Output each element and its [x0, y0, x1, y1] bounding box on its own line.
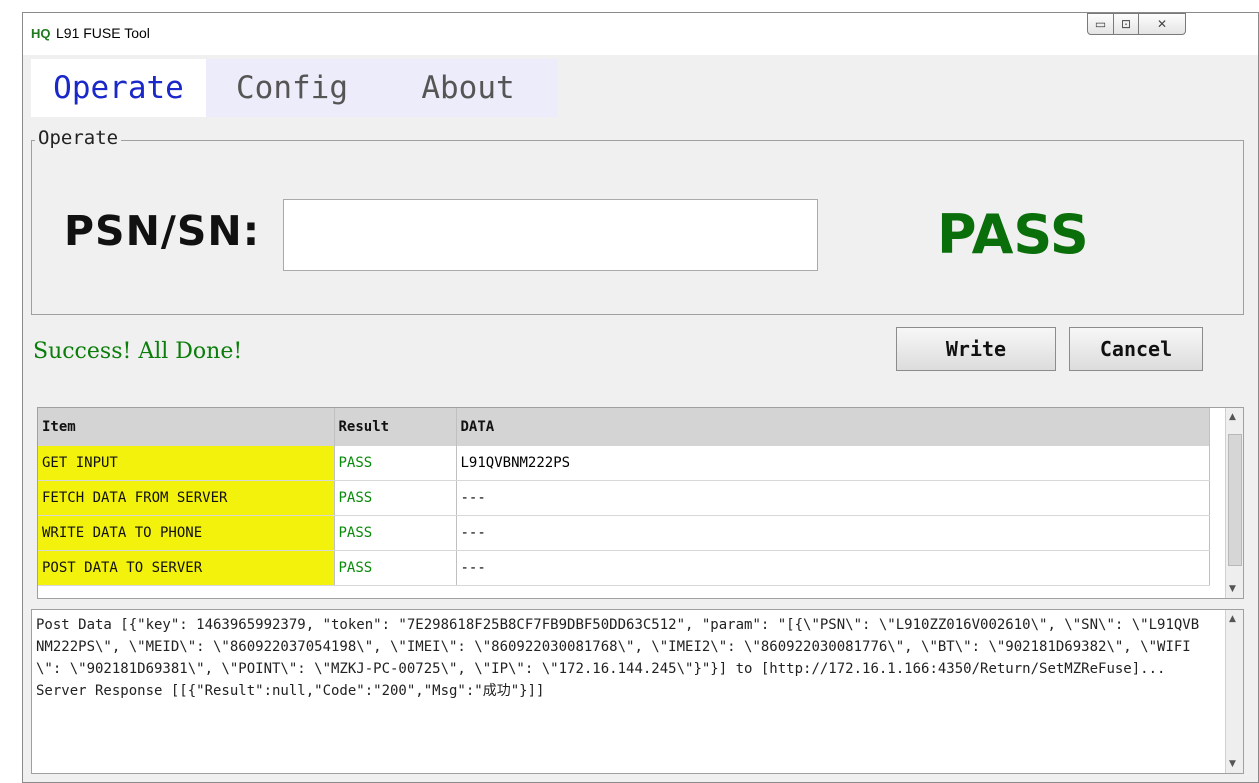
- data-cell: ---: [456, 480, 1210, 516]
- minimize-button[interactable]: ▭: [1087, 13, 1114, 35]
- main-window: HQ L91 FUSE Tool ▭ ⊡ ✕ Operate Config Ab…: [22, 12, 1259, 783]
- item-cell: POST DATA TO SERVER: [38, 550, 335, 586]
- item-cell: FETCH DATA FROM SERVER: [38, 480, 335, 516]
- title-bar: HQ L91 FUSE Tool ▭ ⊡ ✕: [23, 13, 1258, 55]
- result-table: Item Result DATA GET INPUT PASS L91QVBNM…: [37, 407, 1244, 599]
- scroll-up-icon[interactable]: ▲: [1229, 412, 1236, 422]
- log-text: Post Data [{"key": 1463965992379, "token…: [36, 617, 1200, 699]
- scroll-up-icon[interactable]: ▲: [1229, 614, 1236, 624]
- result-indicator: PASS: [937, 203, 1089, 266]
- sn-input[interactable]: [283, 199, 818, 271]
- table-row[interactable]: POST DATA TO SERVER PASS ---: [38, 550, 1210, 586]
- operate-panel: PSN/SN: PASS Operate Success! All Done! …: [23, 117, 1258, 782]
- column-header-data[interactable]: DATA: [456, 408, 1210, 446]
- table-row[interactable]: WRITE DATA TO PHONE PASS ---: [38, 515, 1210, 551]
- tab-bar: Operate Config About: [31, 59, 558, 117]
- result-cell: PASS: [334, 550, 457, 586]
- app-logo-icon: HQ: [31, 26, 51, 41]
- data-cell: ---: [456, 515, 1210, 551]
- data-cell: L91QVBNM222PS: [456, 446, 1210, 481]
- status-message: Success! All Done!: [33, 339, 243, 364]
- sn-label: PSN/SN:: [64, 207, 261, 255]
- scroll-down-icon[interactable]: ▼: [1229, 584, 1236, 594]
- data-cell: ---: [456, 550, 1210, 586]
- column-header-result[interactable]: Result: [334, 408, 457, 446]
- operate-group: PSN/SN: PASS: [31, 140, 1244, 315]
- window-title: L91 FUSE Tool: [56, 25, 150, 41]
- result-cell: PASS: [334, 446, 457, 481]
- operate-group-title: Operate: [35, 127, 122, 149]
- minimize-icon: ▭: [1094, 17, 1107, 31]
- log-output[interactable]: Post Data [{"key": 1463965992379, "token…: [31, 609, 1244, 774]
- result-cell: PASS: [334, 515, 457, 551]
- close-icon: ✕: [1156, 17, 1168, 31]
- table-scrollbar[interactable]: ▲ ▼: [1225, 408, 1243, 598]
- column-header-item[interactable]: Item: [38, 408, 335, 446]
- maximize-button[interactable]: ⊡: [1113, 13, 1139, 35]
- write-button[interactable]: Write: [896, 327, 1056, 371]
- table-row[interactable]: FETCH DATA FROM SERVER PASS ---: [38, 480, 1210, 516]
- log-scrollbar[interactable]: ▲ ▼: [1225, 610, 1243, 773]
- tab-about[interactable]: About: [378, 59, 558, 117]
- close-button[interactable]: ✕: [1138, 13, 1186, 35]
- table-row[interactable]: GET INPUT PASS L91QVBNM222PS: [38, 446, 1210, 481]
- tab-operate[interactable]: Operate: [31, 59, 206, 117]
- item-cell: WRITE DATA TO PHONE: [38, 515, 335, 551]
- result-cell: PASS: [334, 480, 457, 516]
- maximize-icon: ⊡: [1120, 17, 1132, 31]
- cancel-button[interactable]: Cancel: [1069, 327, 1203, 371]
- scroll-down-icon[interactable]: ▼: [1229, 759, 1236, 769]
- tab-config[interactable]: Config: [206, 59, 378, 117]
- scrollbar-thumb[interactable]: [1228, 434, 1242, 566]
- table-header-row: Item Result DATA: [38, 408, 1210, 446]
- item-cell: GET INPUT: [38, 446, 335, 481]
